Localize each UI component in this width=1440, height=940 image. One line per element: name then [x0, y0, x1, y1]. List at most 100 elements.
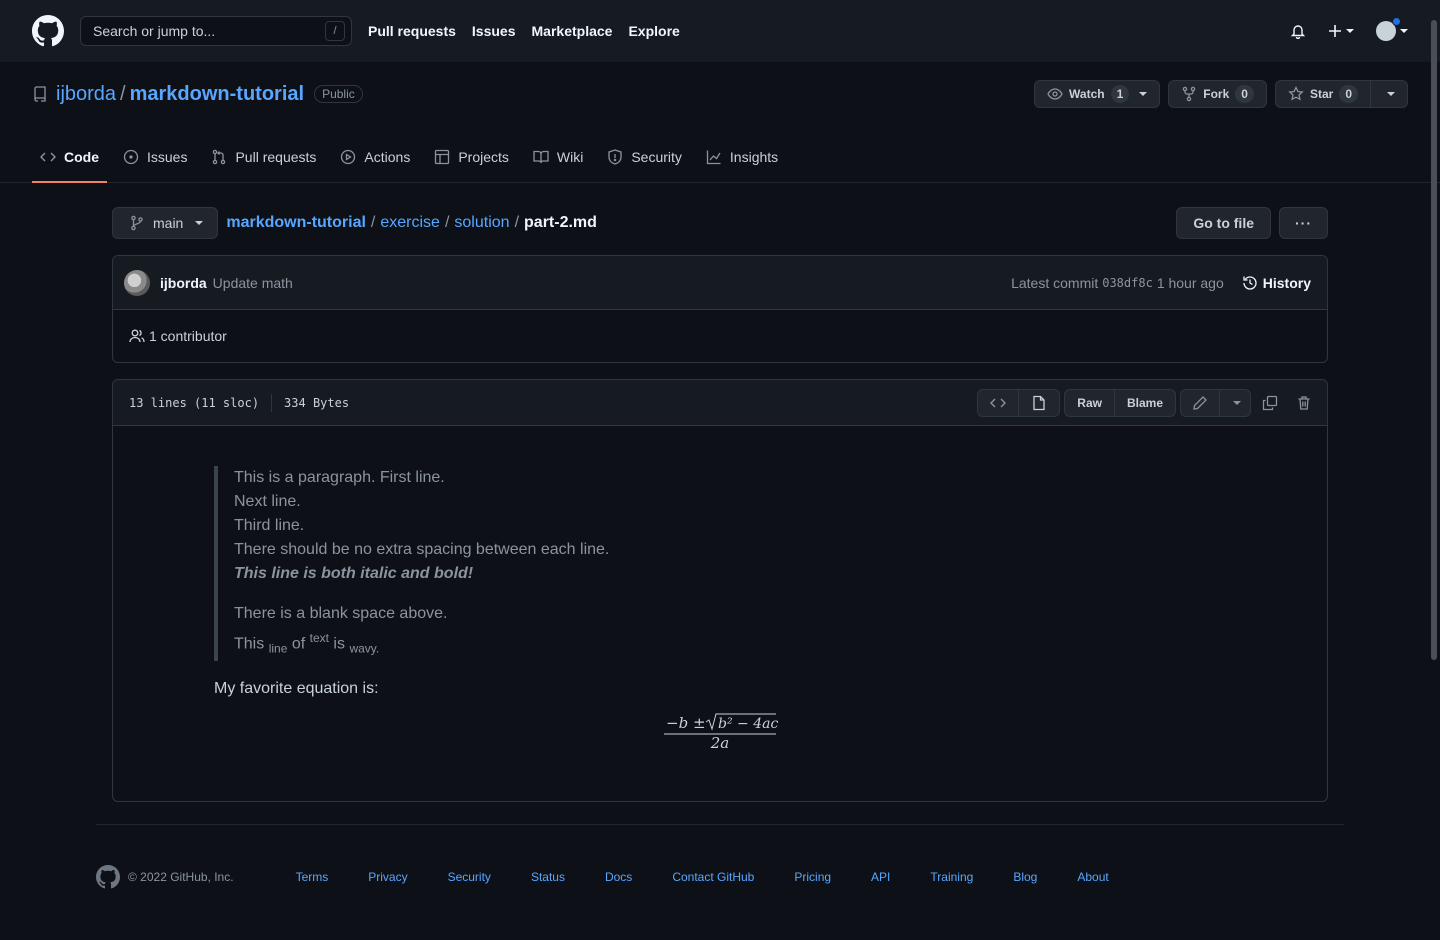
code-icon — [990, 398, 1007, 407]
pull-request-icon — [213, 149, 226, 165]
branch-icon — [131, 215, 143, 231]
nav-explore[interactable]: Explore — [628, 23, 679, 39]
file-viewer: 13 lines (11 sloc) 334 Bytes Raw Blame T… — [112, 379, 1328, 802]
math-equation: −b ± b² − 4ac 2a — [214, 713, 1227, 753]
raw-blame-group: Raw Blame — [1064, 388, 1176, 417]
nav-marketplace[interactable]: Marketplace — [532, 23, 613, 39]
tab-actions-label: Actions — [364, 149, 411, 165]
bold-italic-text: This line is both italic and bold! — [234, 565, 474, 582]
file-header: 13 lines (11 sloc) 334 Bytes Raw Blame — [113, 380, 1327, 426]
nav-pull-requests[interactable]: Pull requests — [368, 23, 456, 39]
commit-sha-link[interactable]: 038df8c — [1102, 276, 1153, 290]
branch-select-button[interactable]: main — [112, 207, 219, 239]
footer-link-api[interactable]: API — [871, 870, 890, 884]
tab-pull-requests[interactable]: Pull requests — [203, 132, 324, 182]
wavy-sub: wavy. — [349, 641, 380, 656]
quote-line: Third line. — [234, 517, 305, 534]
wavy-line: This line of text is wavy. — [234, 626, 1227, 661]
history-link[interactable]: History — [1242, 275, 1311, 291]
watch-button[interactable]: Watch 1 — [1034, 80, 1161, 108]
tab-insights[interactable]: Insights — [698, 132, 786, 182]
github-mark-icon[interactable] — [96, 865, 120, 889]
edit-dropdown[interactable] — [1219, 389, 1250, 416]
tab-code[interactable]: Code — [32, 132, 107, 183]
go-to-file-button[interactable]: Go to file — [1176, 207, 1271, 239]
eye-icon — [1047, 88, 1063, 100]
rendered-markdown: This is a paragraph. First line. Next li… — [113, 426, 1327, 801]
repo-tabs: Code Issues Pull requests Actions Projec… — [32, 132, 1408, 183]
display-source-button[interactable] — [978, 390, 1018, 416]
scrollbar[interactable] — [1430, 0, 1438, 940]
repo-actions: Watch 1 Fork 0 Star 0 — [1034, 80, 1408, 108]
footer-link-status[interactable]: Status — [531, 870, 565, 884]
footer-link-terms[interactable]: Terms — [296, 870, 329, 884]
repo-name-link[interactable]: markdown-tutorial — [130, 83, 304, 106]
contributors-row[interactable]: 1 contributor — [113, 310, 1327, 362]
bell-icon[interactable] — [1290, 23, 1306, 39]
search-shortcut-key: / — [325, 21, 345, 41]
blame-button[interactable]: Blame — [1113, 389, 1175, 416]
footer: © 2022 GitHub, Inc. Terms Privacy Securi… — [96, 824, 1344, 889]
path-actions: Go to file ··· — [1176, 207, 1328, 239]
commit-message[interactable]: Update math — [213, 275, 293, 291]
edit-button[interactable] — [1181, 390, 1219, 416]
star-label: Star — [1309, 87, 1334, 101]
footer-link-blog[interactable]: Blog — [1013, 870, 1037, 884]
quote-line: There should be no extra spacing between… — [234, 541, 610, 558]
footer-links: Terms Privacy Security Status Docs Conta… — [296, 870, 1149, 884]
search-placeholder: Search or jump to... — [93, 23, 216, 39]
tab-wiki[interactable]: Wiki — [525, 132, 591, 182]
history-label: History — [1262, 274, 1311, 291]
tab-actions[interactable]: Actions — [332, 132, 418, 182]
breadcrumb-solution-link[interactable]: solution — [454, 214, 509, 232]
bold-italic-line: This line is both italic and bold! — [234, 562, 1227, 586]
footer-link-about[interactable]: About — [1077, 870, 1108, 884]
trash-icon[interactable] — [1289, 389, 1319, 417]
chevron-down-icon — [1139, 92, 1148, 96]
quote-line: This is a paragraph. First line. — [234, 469, 445, 486]
file-icon — [1033, 395, 1045, 410]
issue-icon — [123, 149, 139, 165]
author-avatar[interactable] — [124, 269, 150, 296]
footer-link-security[interactable]: Security — [448, 870, 491, 884]
main-content: main markdown-tutorial / exercise / solu… — [112, 207, 1328, 802]
repo-icon — [34, 86, 46, 102]
wavy-sub: line — [268, 641, 288, 656]
nav-issues[interactable]: Issues — [472, 23, 516, 39]
breadcrumb: markdown-tutorial / exercise / solution … — [226, 214, 597, 232]
star-list-dropdown[interactable] — [1370, 81, 1407, 107]
latest-commit-label: Latest commit — [1011, 274, 1099, 291]
chevron-down-icon — [1387, 92, 1395, 96]
notification-dot — [1392, 17, 1401, 26]
search-input[interactable]: Search or jump to... / — [80, 16, 352, 46]
tab-projects[interactable]: Projects — [426, 132, 517, 182]
copy-icon[interactable] — [1255, 389, 1285, 417]
star-button[interactable]: Star 0 — [1274, 80, 1408, 108]
view-mode-toggle — [977, 388, 1061, 417]
footer-link-docs[interactable]: Docs — [605, 870, 632, 884]
raw-button[interactable]: Raw — [1065, 390, 1114, 416]
footer-link-pricing[interactable]: Pricing — [794, 870, 831, 884]
tab-wiki-label: Wiki — [556, 149, 584, 165]
display-rendered-button[interactable] — [1018, 389, 1059, 416]
footer-link-contact[interactable]: Contact GitHub — [672, 870, 754, 884]
commit-box: ijborda Update math Latest commit 038df8… — [112, 255, 1328, 363]
repo-owner-link[interactable]: ijborda — [56, 83, 116, 106]
tab-issues-label: Issues — [147, 149, 188, 165]
file-size-info: 334 Bytes — [284, 395, 350, 410]
footer-link-privacy[interactable]: Privacy — [368, 870, 407, 884]
wavy-word: is — [333, 635, 345, 653]
fork-button[interactable]: Fork 0 — [1168, 80, 1267, 108]
github-logo-icon[interactable] — [32, 15, 64, 47]
create-new-plus-icon[interactable] — [1328, 24, 1354, 38]
commit-author-link[interactable]: ijborda — [160, 275, 207, 291]
breadcrumb-exercise-link[interactable]: exercise — [380, 214, 440, 232]
tab-issues[interactable]: Issues — [115, 132, 195, 182]
footer-link-training[interactable]: Training — [930, 870, 973, 884]
scrollbar-thumb[interactable] — [1431, 20, 1437, 660]
breadcrumb-repo-link[interactable]: markdown-tutorial — [226, 214, 366, 232]
user-avatar-menu[interactable] — [1376, 17, 1408, 41]
more-options-button[interactable]: ··· — [1279, 207, 1328, 239]
book-icon — [533, 150, 549, 164]
tab-security[interactable]: Security — [599, 132, 690, 182]
